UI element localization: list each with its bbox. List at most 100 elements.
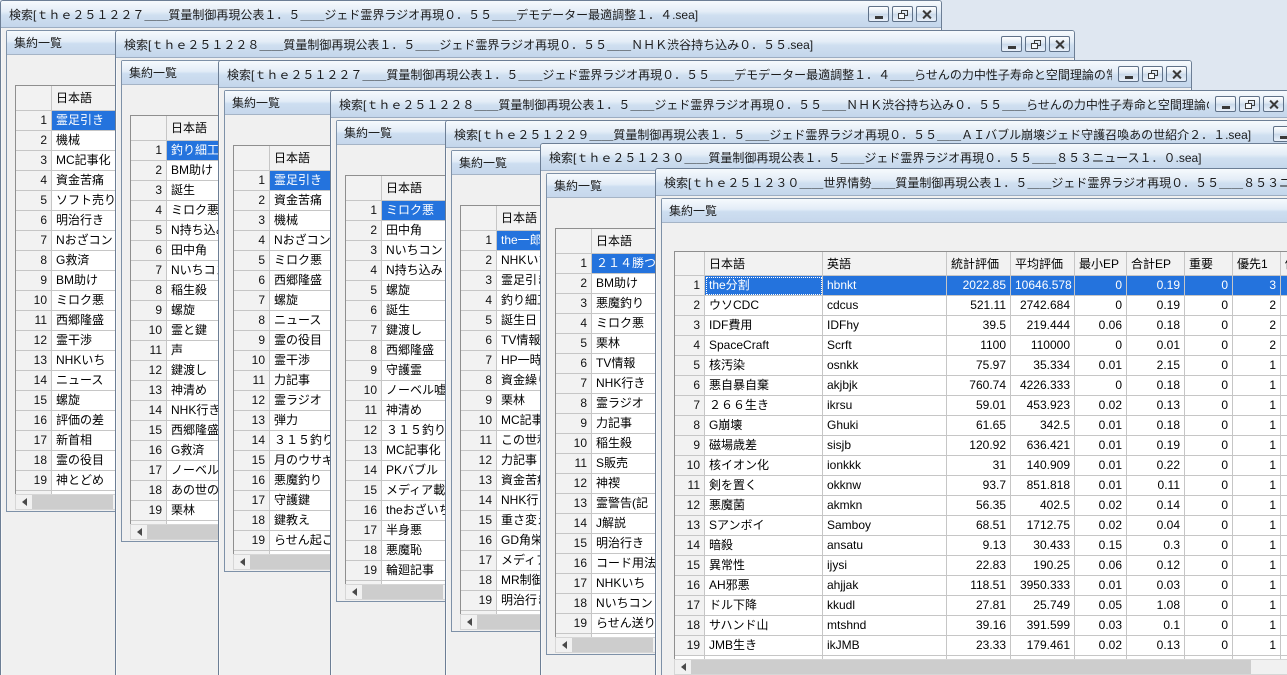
row-number[interactable]: 18 bbox=[234, 511, 270, 531]
grid-cell[interactable]: 9.13 bbox=[947, 536, 1011, 556]
grid-cell[interactable]: 1 bbox=[1233, 476, 1281, 496]
row-number[interactable]: 9 bbox=[234, 331, 270, 351]
grid-cell[interactable]: 0 bbox=[1185, 456, 1233, 476]
grid-cell[interactable]: 391.599 bbox=[1011, 616, 1075, 636]
grid-cell[interactable]: 2.15 bbox=[1127, 356, 1185, 376]
grid-cell[interactable]: 0.18 bbox=[1127, 316, 1185, 336]
row-number[interactable]: 11 bbox=[675, 476, 705, 496]
grid-cell[interactable] bbox=[1281, 456, 1287, 476]
row-number[interactable]: 8 bbox=[346, 341, 382, 361]
row-number[interactable]: 4 bbox=[234, 231, 270, 251]
row-number[interactable]: 4 bbox=[131, 201, 167, 221]
row-number[interactable]: 11 bbox=[556, 454, 592, 474]
grid-cell[interactable]: 120.92 bbox=[947, 436, 1011, 456]
grid-cell[interactable]: 402.5 bbox=[1011, 496, 1075, 516]
grid-cell[interactable]: 0.02 bbox=[1075, 396, 1127, 416]
grid-cell[interactable]: AH邪悪 bbox=[705, 576, 823, 596]
grid-cell[interactable]: 68.51 bbox=[947, 516, 1011, 536]
grid-cell[interactable]: ikrsu bbox=[823, 396, 947, 416]
grid-cell[interactable]: 0.19 bbox=[1127, 296, 1185, 316]
grid-cell[interactable]: 35.334 bbox=[1011, 356, 1075, 376]
grid-cell[interactable]: 0.13 bbox=[1127, 636, 1185, 656]
row-number[interactable]: 17 bbox=[234, 491, 270, 511]
grid-cell[interactable]: 636.421 bbox=[1011, 436, 1075, 456]
grid-cell[interactable] bbox=[1281, 576, 1287, 596]
grid-cell[interactable]: 0 bbox=[1185, 296, 1233, 316]
grid-cell[interactable]: 1 bbox=[1233, 576, 1281, 596]
scroll-left-button[interactable] bbox=[556, 638, 572, 652]
row-number[interactable]: 8 bbox=[675, 416, 705, 436]
grid-cell[interactable]: 悪自暴自棄 bbox=[705, 376, 823, 396]
restore-button[interactable] bbox=[1239, 96, 1260, 112]
row-number[interactable]: 3 bbox=[346, 241, 382, 261]
row-number[interactable]: 17 bbox=[556, 574, 592, 594]
row-number[interactable]: 1 bbox=[131, 141, 167, 161]
grid-cell[interactable]: 0 bbox=[1185, 596, 1233, 616]
row-number[interactable]: 10 bbox=[234, 351, 270, 371]
close-button[interactable] bbox=[1049, 36, 1070, 52]
column-header[interactable]: 優先1 bbox=[1233, 252, 1281, 276]
row-number[interactable]: 15 bbox=[234, 451, 270, 471]
column-header[interactable]: 重要 bbox=[1185, 252, 1233, 276]
row-number[interactable]: 9 bbox=[556, 414, 592, 434]
row-number[interactable]: 5 bbox=[131, 221, 167, 241]
scrollbar-thumb[interactable] bbox=[572, 638, 653, 652]
row-number[interactable]: 7 bbox=[675, 396, 705, 416]
grid-cell[interactable]: 0.01 bbox=[1075, 576, 1127, 596]
grid-cell[interactable]: 27.81 bbox=[947, 596, 1011, 616]
window-titlebar[interactable]: 検索[ｔｈｅ２５１２３０＿＿質量制御再現公表１．５＿＿ジェド霊界ラジオ再現０．５… bbox=[541, 144, 1287, 171]
row-number[interactable]: 15 bbox=[16, 391, 52, 411]
grid-cell[interactable]: 39.5 bbox=[947, 316, 1011, 336]
grid-cell[interactable]: 0 bbox=[1185, 536, 1233, 556]
grid-cell[interactable]: 磁場歳差 bbox=[705, 436, 823, 456]
column-header[interactable]: 合計EP bbox=[1127, 252, 1185, 276]
grid-cell[interactable]: 0 bbox=[1075, 296, 1127, 316]
grid-cell[interactable]: 0.11 bbox=[1127, 476, 1185, 496]
child-titlebar[interactable]: 集約一覧 bbox=[662, 199, 1287, 223]
grid-cell[interactable]: 0 bbox=[1075, 336, 1127, 356]
row-number[interactable]: 3 bbox=[16, 151, 52, 171]
row-number[interactable]: 5 bbox=[346, 281, 382, 301]
grid-cell[interactable]: ijysi bbox=[823, 556, 947, 576]
grid-cell[interactable]: 1.08 bbox=[1127, 596, 1185, 616]
row-number[interactable]: 5 bbox=[675, 356, 705, 376]
row-number[interactable]: 9 bbox=[461, 391, 497, 411]
window-titlebar[interactable]: 検索[ｔｈｅ２５１２２７＿＿質量制御再現公表１．５＿＿ジェド霊界ラジオ再現０．５… bbox=[219, 61, 1191, 88]
row-number[interactable]: 2 bbox=[461, 251, 497, 271]
row-number[interactable]: 17 bbox=[346, 521, 382, 541]
grid-cell[interactable] bbox=[1281, 496, 1287, 516]
close-button[interactable] bbox=[916, 6, 937, 22]
minimize-button[interactable] bbox=[1215, 96, 1236, 112]
row-number[interactable]: 7 bbox=[461, 351, 497, 371]
row-number[interactable]: 9 bbox=[131, 301, 167, 321]
grid-cell[interactable] bbox=[1281, 276, 1287, 296]
grid-cell[interactable] bbox=[1281, 316, 1287, 336]
grid-cell[interactable] bbox=[1281, 336, 1287, 356]
scroll-left-button[interactable] bbox=[131, 525, 147, 539]
row-number[interactable]: 16 bbox=[346, 501, 382, 521]
grid-cell[interactable]: 1 bbox=[1233, 516, 1281, 536]
grid-cell[interactable]: akmkn bbox=[823, 496, 947, 516]
grid-cell[interactable]: 0 bbox=[1185, 476, 1233, 496]
grid-cell[interactable]: 暗殺 bbox=[705, 536, 823, 556]
grid-cell[interactable]: 0.02 bbox=[1075, 496, 1127, 516]
grid-cell[interactable]: 1 bbox=[1233, 536, 1281, 556]
row-number[interactable]: 19 bbox=[675, 636, 705, 656]
column-header[interactable]: 英語 bbox=[823, 252, 947, 276]
row-number[interactable]: 13 bbox=[346, 441, 382, 461]
row-number[interactable]: 7 bbox=[556, 374, 592, 394]
column-header[interactable]: 統計評価 bbox=[947, 252, 1011, 276]
row-number[interactable]: 18 bbox=[461, 571, 497, 591]
minimize-button[interactable] bbox=[1118, 66, 1139, 82]
grid-cell[interactable]: ２６６生き bbox=[705, 396, 823, 416]
row-number[interactable]: 19 bbox=[131, 501, 167, 521]
row-number[interactable]: 13 bbox=[131, 381, 167, 401]
row-number[interactable]: 12 bbox=[461, 451, 497, 471]
minimize-button[interactable] bbox=[868, 6, 889, 22]
row-number[interactable]: 4 bbox=[16, 171, 52, 191]
grid-cell[interactable]: 0.01 bbox=[1075, 476, 1127, 496]
grid-cell[interactable]: mtshnd bbox=[823, 616, 947, 636]
grid-cell[interactable]: 0.03 bbox=[1127, 576, 1185, 596]
scrollbar-thumb[interactable] bbox=[147, 525, 228, 539]
grid-cell[interactable]: IDF費用 bbox=[705, 316, 823, 336]
